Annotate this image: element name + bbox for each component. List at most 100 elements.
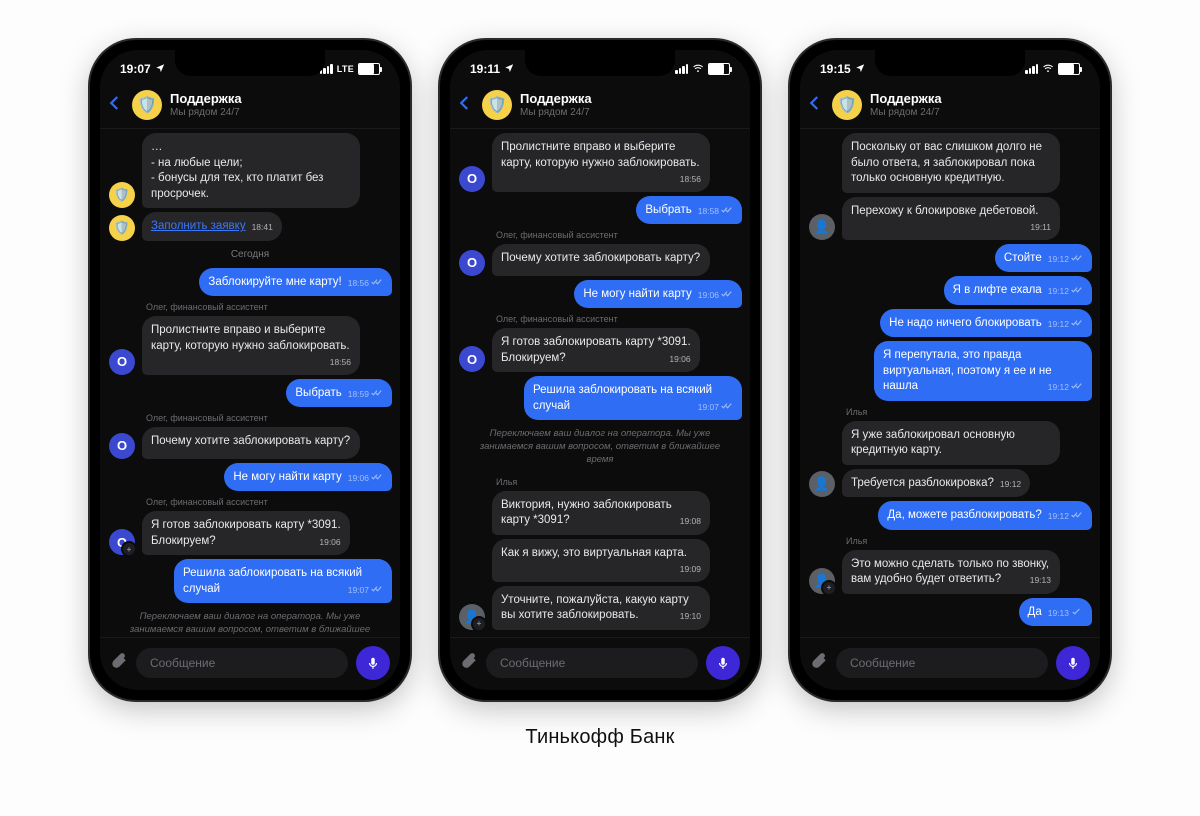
message-text: Заблокируйте мне карту! (208, 276, 341, 288)
location-icon (155, 62, 165, 76)
chat-subtitle: Мы рядом 24/7 (170, 107, 242, 119)
attach-button[interactable] (460, 652, 478, 675)
message-link[interactable]: Заполнить заявку (151, 220, 246, 232)
outgoing-message[interactable]: Решила заблокировать на всякий случай 19… (458, 376, 742, 420)
incoming-message[interactable]: O Я готов заблокировать карту *3091.Блок… (458, 328, 742, 372)
outgoing-message[interactable]: Да, можете разблокировать? 19:12 (808, 501, 1092, 530)
read-checks-icon (721, 402, 733, 413)
incoming-message[interactable]: 🛡️ Заполнить заявку 18:41 (108, 212, 392, 241)
message-text: …- на любые цели;- бонусы для тех, кто п… (151, 141, 323, 200)
chat-header: 🛡️ Поддержка Мы рядом 24/7 (100, 86, 400, 129)
incoming-message[interactable]: O Почему хотите заблокировать карту? (108, 427, 392, 459)
incoming-message[interactable]: 👤+ Это можно сделать только по звонку, в… (808, 550, 1092, 594)
mic-button[interactable] (356, 646, 390, 680)
outgoing-message[interactable]: Выбрать 18:58 (458, 196, 742, 225)
message-text: Стойте (1004, 252, 1042, 264)
sender-label: Илья (496, 477, 742, 487)
avatar-operator: 👤 (809, 471, 835, 497)
attach-button[interactable] (810, 652, 828, 675)
message-time: 18:56 (680, 174, 701, 185)
mic-button[interactable] (1056, 646, 1090, 680)
outgoing-message[interactable]: Стойте 19:12 (808, 244, 1092, 273)
sender-label: Олег, финансовый ассистент (146, 302, 392, 312)
incoming-message[interactable]: Как я вижу, это виртуальная карта. 19:09 (458, 539, 742, 582)
message-time: 19:09 (680, 564, 701, 575)
battery-icon (1058, 63, 1080, 75)
message-text: Выбрать (295, 387, 341, 399)
incoming-message[interactable]: O Почему хотите заблокировать карту? (458, 244, 742, 276)
outgoing-message[interactable]: Не могу найти карту 19:06 (108, 463, 392, 492)
message-time: 19:12 (1048, 382, 1083, 393)
message-time: 18:56 (330, 357, 351, 368)
message-time: 19:06 (669, 354, 690, 365)
incoming-message[interactable]: Виктория, нужно заблокировать карту *309… (458, 491, 742, 535)
message-text: Выбрать (645, 204, 691, 216)
status-time: 19:11 (470, 62, 500, 76)
chat-title: Поддержка (520, 92, 592, 107)
incoming-message[interactable]: O+ Я готов заблокировать карту *3091.Бло… (108, 511, 392, 555)
message-text: Почему хотите заблокировать карту? (151, 435, 350, 447)
message-text: Виктория, нужно заблокировать карту *309… (501, 499, 672, 527)
attach-button[interactable] (110, 652, 128, 675)
outgoing-message[interactable]: Выбрать 18:59 (108, 379, 392, 408)
outgoing-message[interactable]: Да 19:13 (808, 598, 1092, 627)
message-input[interactable]: Сообщение (836, 648, 1048, 678)
device-notch (525, 50, 675, 76)
mic-button[interactable] (706, 646, 740, 680)
avatar-oleg: O+ (109, 529, 135, 555)
outgoing-message[interactable]: Я в лифте ехала 19:12 (808, 276, 1092, 305)
status-time: 19:15 (820, 62, 851, 76)
incoming-message[interactable]: 🛡️ …- на любые цели;- бонусы для тех, кт… (108, 133, 392, 208)
header-avatar[interactable]: 🛡️ (132, 90, 162, 120)
outgoing-message[interactable]: Я перепутала, это правда виртуальная, по… (808, 341, 1092, 401)
incoming-message[interactable]: 👤 Требуется разблокировка? 19:12 (808, 469, 1092, 498)
read-checks-icon (1071, 382, 1083, 393)
message-time: 19:06 (348, 473, 383, 484)
outgoing-message[interactable]: Решила заблокировать на всякий случай 19… (108, 559, 392, 603)
header-avatar[interactable]: 🛡️ (482, 90, 512, 120)
message-text: Не могу найти карту (583, 288, 691, 300)
sender-label: Олег, финансовый ассистент (146, 413, 392, 423)
avatar-tinkoff: 🛡️ (109, 215, 135, 241)
incoming-message[interactable]: Я уже заблокировал основную кредитную ка… (808, 421, 1092, 465)
sender-label: Олег, финансовый ассистент (146, 497, 392, 507)
message-time: 18:58 (698, 206, 733, 217)
header-avatar[interactable]: 🛡️ (832, 90, 862, 120)
message-list[interactable]: Поскольку от вас слишком долго не было о… (800, 129, 1100, 637)
incoming-message[interactable]: O Пролистните вправо и выберите карту, к… (458, 133, 742, 192)
message-text: Да, можете разблокировать? (887, 509, 1041, 521)
message-text: Я уже заблокировал основную кредитную ка… (851, 429, 1015, 457)
message-time: 19:06 (319, 537, 340, 548)
message-time: 19:13 (1030, 575, 1051, 586)
incoming-message[interactable]: Поскольку от вас слишком долго не было о… (808, 133, 1092, 193)
message-input[interactable]: Сообщение (486, 648, 698, 678)
device-notch (875, 50, 1025, 76)
message-time: 19:08 (680, 516, 701, 527)
chat-header: 🛡️ Поддержка Мы рядом 24/7 (450, 86, 750, 129)
incoming-message[interactable]: 👤+ Уточните, пожалуйста, какую карту вы … (458, 586, 742, 630)
outgoing-message[interactable]: Заблокируйте мне карту! 18:56 (108, 268, 392, 297)
phone-mockup: 19:11 🛡️ Поддержка Мы рядом 24/7 O (440, 40, 760, 700)
outgoing-message[interactable]: Не могу найти карту 19:06 (458, 280, 742, 309)
message-time: 18:41 (252, 222, 273, 233)
chat-title: Поддержка (170, 92, 242, 107)
message-text: Я готов заблокировать карту *3091.Блокир… (501, 336, 691, 364)
message-input[interactable]: Сообщение (136, 648, 348, 678)
message-time: 19:07 (348, 585, 383, 596)
signal-icon (1025, 64, 1038, 74)
outgoing-message[interactable]: Не надо ничего блокировать 19:12 (808, 309, 1092, 338)
message-list[interactable]: O Пролистните вправо и выберите карту, к… (450, 129, 750, 637)
incoming-message[interactable]: O Пролистните вправо и выберите карту, к… (108, 316, 392, 375)
message-text: Как я вижу, это виртуальная карта. (501, 547, 687, 559)
composer: Сообщение (800, 637, 1100, 690)
incoming-message[interactable]: 👤 Перехожу к блокировке дебетовой. 19:11 (808, 197, 1092, 240)
message-text: Требуется разблокировка? (851, 477, 994, 489)
location-icon (855, 62, 865, 76)
signal-icon (675, 64, 688, 74)
back-button[interactable] (456, 94, 474, 117)
message-list[interactable]: 🛡️ …- на любые цели;- бонусы для тех, кт… (100, 129, 400, 637)
back-button[interactable] (106, 94, 124, 117)
message-text: Пролистните вправо и выберите карту, кот… (151, 324, 350, 352)
back-button[interactable] (806, 94, 824, 117)
message-time: 19:12 (1000, 479, 1021, 490)
